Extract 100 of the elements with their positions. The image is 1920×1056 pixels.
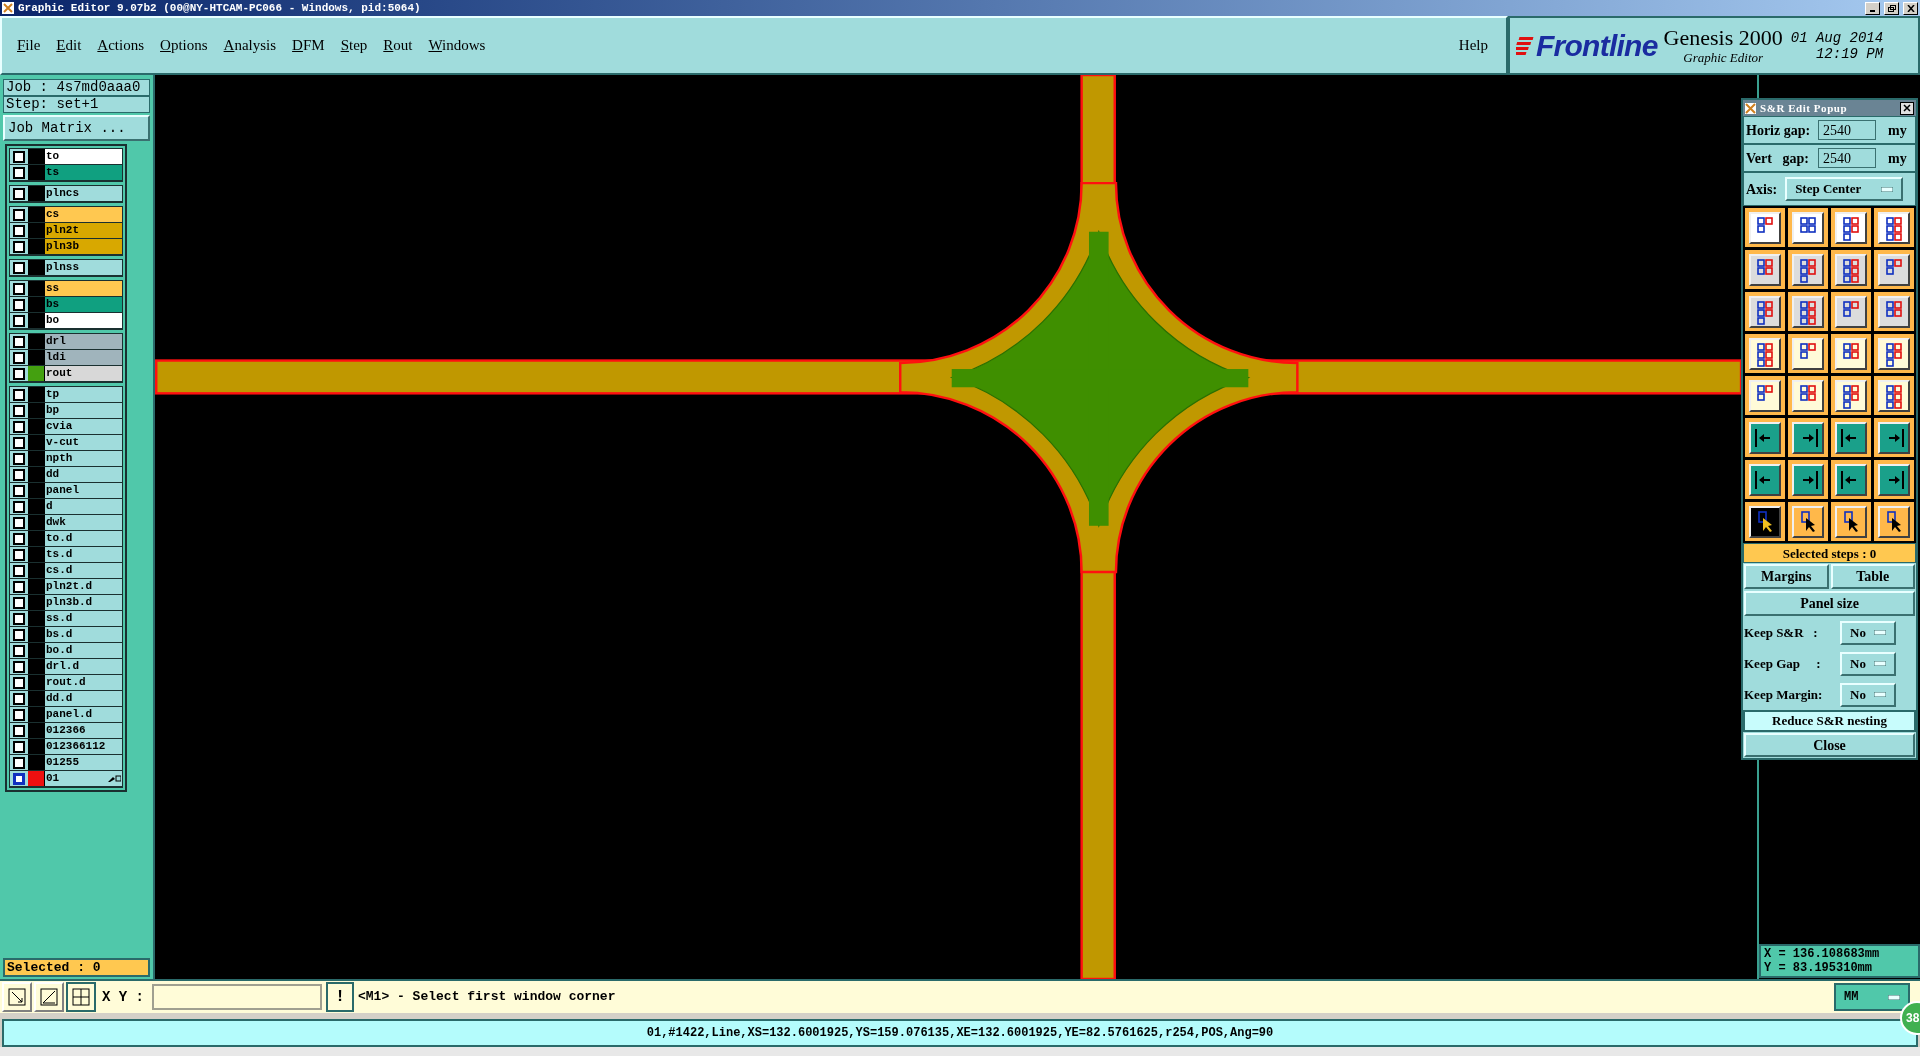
menu-item[interactable]: File (17, 34, 41, 57)
layer-name[interactable]: 01 (44, 771, 122, 786)
layer-checkbox[interactable] (13, 580, 25, 593)
time-label: 12:19 PM (1815, 45, 1884, 62)
x-coordinate: X = 136.108683mm (1764, 947, 1881, 961)
dropdown[interactable]: Step Center (1785, 177, 1904, 201)
y-coordinate: Y = 83.195310mm (1764, 961, 1874, 975)
option-label: Keep S&R : (1744, 623, 1819, 642)
menu-item[interactable]: Step (340, 34, 368, 57)
layer-checkbox[interactable] (13, 335, 25, 348)
layer-checkbox[interactable] (13, 676, 25, 689)
layer-name[interactable]: bo (44, 313, 122, 328)
layer-name[interactable]: ss (44, 281, 122, 296)
layer-name[interactable]: rout (44, 366, 122, 381)
layer-checkbox[interactable] (13, 150, 25, 163)
layer-checkbox[interactable] (13, 452, 25, 465)
reduce-nesting-button[interactable]: Reduce S&R nesting (1743, 710, 1916, 732)
layer-checkbox[interactable] (13, 298, 25, 311)
layer-checkbox[interactable] (13, 187, 25, 200)
layer-checkbox[interactable] (13, 532, 25, 545)
layer-color-swatch (28, 547, 44, 562)
layer-color-swatch (28, 313, 44, 328)
layer-checkbox[interactable] (13, 224, 25, 237)
layer-checkbox[interactable] (13, 404, 25, 417)
layer-checkbox[interactable] (13, 756, 25, 769)
dropdown[interactable]: No (1840, 620, 1896, 645)
gap-field[interactable]: 2540 (1818, 120, 1876, 140)
date-label: 01 Aug 2014 (1790, 29, 1884, 46)
layer-checkbox[interactable] (13, 468, 25, 481)
panel-size-button[interactable]: Panel size (1744, 591, 1915, 616)
layer-name[interactable]: ldi (44, 350, 122, 365)
menu-item[interactable]: DFM (292, 34, 325, 57)
layer-checkbox[interactable] (13, 708, 25, 721)
layer-checkbox[interactable] (13, 314, 25, 327)
layer-checkbox[interactable] (13, 612, 25, 625)
layer-checkbox[interactable] (13, 420, 25, 433)
layer-checkbox[interactable] (13, 388, 25, 401)
layer-color-swatch (28, 499, 44, 514)
layer-checkbox[interactable] (13, 548, 25, 561)
menu-item[interactable]: Analysis (223, 34, 277, 57)
popup-title: S&R Edit Popup (1760, 100, 1849, 116)
layer-name[interactable]: ts (44, 165, 122, 180)
gap-field[interactable]: 2540 (1818, 148, 1876, 168)
zoom-window-icon (8, 988, 26, 1006)
layer-checkbox[interactable] (13, 367, 25, 380)
table-button[interactable]: Table (1830, 564, 1915, 589)
job-label: Job : 4s7md0aaa0 (3, 79, 150, 96)
menu-item[interactable]: Help (1458, 34, 1488, 57)
layer-color-swatch (28, 239, 44, 254)
dropdown[interactable]: No (1840, 682, 1896, 707)
layer-name[interactable]: pln2t (44, 223, 122, 238)
layer-checkbox[interactable] (13, 692, 25, 705)
menu-item[interactable]: Options (160, 34, 208, 57)
layer-checkbox[interactable] (13, 628, 25, 641)
restore-button[interactable] (1884, 1, 1899, 15)
layer-checkbox[interactable] (13, 261, 25, 274)
layer-checkbox[interactable] (13, 240, 25, 253)
layer-checkbox[interactable] (13, 660, 25, 673)
layer-name[interactable]: to (44, 149, 122, 164)
close-button[interactable]: Close (1744, 733, 1915, 757)
layer-color-swatch (28, 334, 44, 349)
menu-item[interactable]: Windows (428, 34, 486, 57)
layer-color-swatch (28, 643, 44, 658)
tool-button[interactable] (66, 982, 96, 1012)
xy-input-field[interactable] (152, 984, 322, 1010)
units-dropdown[interactable]: MM (1834, 983, 1910, 1011)
layer-color-swatch (28, 531, 44, 546)
layer-checkbox[interactable] (13, 564, 25, 577)
job-matrix-button[interactable]: Job Matrix ... (3, 115, 150, 141)
layer-checkbox[interactable] (13, 166, 25, 179)
layer-checkbox[interactable] (13, 724, 25, 737)
layer-checkbox[interactable] (13, 596, 25, 609)
execute-button[interactable]: ! (326, 982, 354, 1012)
margins-button[interactable]: Margins (1744, 564, 1829, 589)
layer-checkbox[interactable] (13, 772, 25, 785)
layer-checkbox[interactable] (13, 351, 25, 364)
layer-name[interactable]: bs (44, 297, 122, 312)
layer-checkbox[interactable] (13, 516, 25, 529)
layer-checkbox[interactable] (13, 484, 25, 497)
layer-checkbox[interactable] (13, 500, 25, 513)
xy-label: X Y : (102, 987, 144, 1007)
unit-label: my (1888, 121, 1907, 140)
layer-checkbox[interactable] (13, 644, 25, 657)
menu-item[interactable]: Actions (97, 34, 145, 57)
menu-item[interactable]: Edit (56, 34, 82, 57)
dropdown[interactable]: No (1840, 651, 1896, 676)
layer-name[interactable]: cs (44, 207, 122, 222)
layer-color-swatch (28, 483, 44, 498)
layer-name[interactable]: pln3b (44, 239, 122, 254)
layer-checkbox[interactable] (13, 740, 25, 753)
layer-checkbox[interactable] (13, 436, 25, 449)
layer-color-swatch (28, 350, 44, 365)
layer-color-swatch (28, 451, 44, 466)
layer-name[interactable]: drl (44, 334, 122, 349)
menu-item[interactable]: Rout (383, 34, 413, 57)
close-button[interactable] (1900, 101, 1914, 115)
layer-color-swatch (28, 281, 44, 296)
layer-checkbox[interactable] (13, 282, 25, 295)
minimize-button[interactable] (1865, 1, 1880, 15)
layer-checkbox[interactable] (13, 208, 25, 221)
